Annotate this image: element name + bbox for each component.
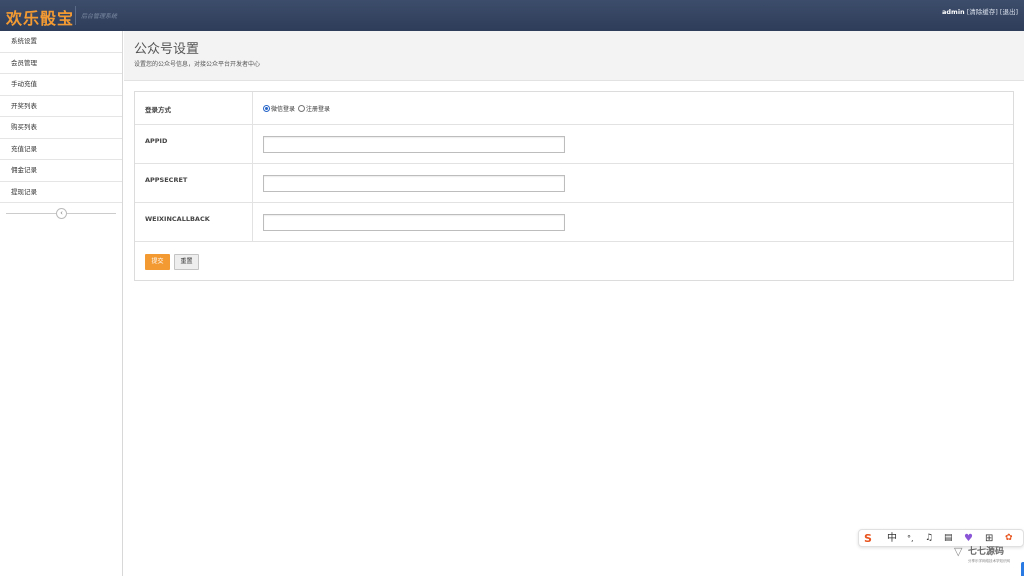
appsecret-input[interactable]: [263, 175, 565, 192]
sogou-logo-icon[interactable]: S: [864, 532, 872, 545]
chevron-left-icon[interactable]: ‹: [56, 208, 67, 219]
watermark-tagline: 分享乐学网络技术学知识网: [968, 559, 1010, 563]
radio-wechat-login[interactable]: 微信登录: [263, 104, 295, 113]
reset-button[interactable]: 重置: [174, 254, 199, 270]
sidebar-collapse-bar: ‹: [0, 203, 122, 224]
sidebar-item-members[interactable]: 会员管理: [0, 53, 122, 74]
login-method-row: 登录方式 微信登录 注册登录: [135, 92, 1013, 125]
appid-row: APPID: [135, 125, 1013, 164]
page-description: 设置您的公众号信息，对接公众平台开发者中心: [134, 61, 261, 68]
appid-label: APPID: [135, 125, 253, 163]
logout-link[interactable]: [退出]: [1000, 8, 1018, 16]
ime-mode[interactable]: 中: [887, 532, 897, 545]
radio-selected-icon[interactable]: [263, 105, 270, 112]
page-title: 公众号设置: [134, 42, 200, 57]
watermark-logo-icon: ▽: [954, 545, 963, 558]
login-method-label: 登录方式: [135, 92, 253, 124]
sidebar-item-manual-recharge[interactable]: 手动充值: [0, 74, 122, 96]
user-area: admin [清除缓存] [退出]: [942, 6, 1018, 16]
logo-divider: [75, 6, 76, 25]
radio-register-login[interactable]: 注册登录: [298, 104, 330, 113]
watermark-name: 七七源码: [968, 547, 1005, 557]
page-header: 公众号设置 设置您的公众号信息，对接公众平台开发者中心: [124, 31, 1024, 81]
keyboard-icon[interactable]: ▤: [944, 532, 953, 545]
app-subtitle: 后台管理系统: [81, 13, 118, 20]
app-logo[interactable]: 欢乐骰宝: [6, 5, 74, 29]
sidebar-item-commission-records[interactable]: 佣金记录: [0, 160, 122, 182]
username: admin: [942, 8, 965, 16]
appid-input[interactable]: [263, 136, 565, 153]
microphone-icon[interactable]: ♫: [925, 532, 933, 545]
callback-row: WEIXINCALLBACK: [135, 203, 1013, 242]
appsecret-row: APPSECRET: [135, 164, 1013, 203]
callback-input[interactable]: [263, 214, 565, 231]
sidebar-item-withdraw-records[interactable]: 提现记录: [0, 182, 122, 203]
watermark: ▽ 七七源码 分享乐学网络技术学知识网: [954, 542, 1024, 576]
punctuation-icon[interactable]: °,: [907, 532, 914, 545]
radio-wechat-label: 微信登录: [271, 106, 296, 113]
sidebar-item-purchase-list[interactable]: 购买列表: [0, 117, 122, 139]
submit-button[interactable]: 提交: [145, 254, 170, 270]
radio-unselected-icon[interactable]: [298, 105, 305, 112]
appsecret-label: APPSECRET: [135, 164, 253, 202]
clear-cache-link[interactable]: [清除缓存]: [967, 8, 998, 16]
sidebar-item-system-settings[interactable]: 系统设置: [0, 31, 122, 53]
callback-label: WEIXINCALLBACK: [135, 203, 253, 241]
sidebar-item-recharge-records[interactable]: 充值记录: [0, 139, 122, 160]
radio-register-label: 注册登录: [306, 106, 331, 113]
sidebar: 系统设置 会员管理 手动充值 开奖列表 购买列表 充值记录 佣金记录 提现记录 …: [0, 31, 123, 576]
settings-form: 登录方式 微信登录 注册登录 APPID APPSECRET WEIXINCAL…: [134, 91, 1014, 281]
top-header: 欢乐骰宝 后台管理系统 admin [清除缓存] [退出]: [0, 0, 1024, 31]
sidebar-item-draw-list[interactable]: 开奖列表: [0, 96, 122, 117]
